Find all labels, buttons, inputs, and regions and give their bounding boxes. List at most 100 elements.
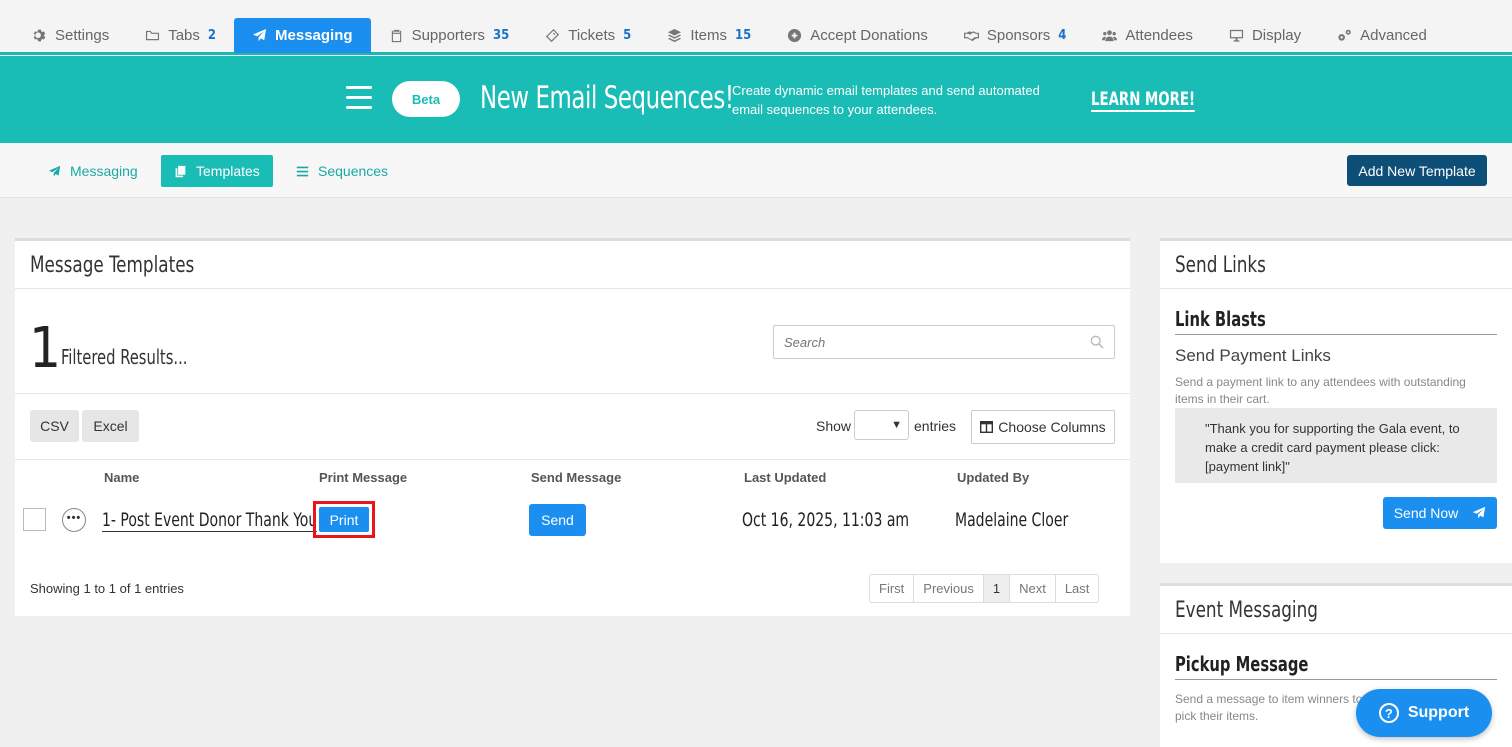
banner-title: New Email Sequences! (480, 80, 734, 116)
banner-description: Create dynamic email templates and send … (732, 83, 1040, 117)
tab-count: 15 (735, 28, 752, 43)
subnav-label: Messaging (70, 163, 138, 179)
send-payment-links-heading: Send Payment Links (1175, 346, 1331, 365)
tab-label: Items (690, 27, 727, 44)
updated-by-cell: Madelaine Cloer (955, 509, 1069, 531)
handshake-icon (963, 31, 979, 42)
learn-more-link[interactable]: LEARN MORE! (1091, 88, 1196, 112)
print-highlight: Print (313, 501, 375, 538)
menu-icon[interactable] (346, 86, 372, 116)
csv-export-button[interactable]: CSV (30, 410, 79, 442)
pager-last[interactable]: Last (1056, 575, 1099, 602)
pager-current[interactable]: 1 (983, 575, 1011, 602)
send-payment-links-description: Send a payment link to any attendees wit… (1175, 375, 1466, 406)
clipboard-icon (391, 29, 401, 43)
column-header-name[interactable]: Name (104, 470, 139, 485)
entries-select[interactable]: ▼ (854, 410, 909, 440)
pickup-message-description: Send a message to item winners to pick t… (1175, 692, 1363, 723)
support-label: Support (1407, 704, 1470, 721)
tab-sponsors[interactable]: Sponsors 4 (946, 18, 1085, 53)
subnav-templates[interactable]: Templates (161, 155, 273, 187)
promo-banner: Beta New Email Sequences! Create dynamic… (0, 56, 1512, 143)
tab-count: 2 (207, 28, 217, 43)
paper-plane-icon (1473, 506, 1486, 519)
beta-badge: Beta (392, 81, 460, 117)
tab-accept-donations[interactable]: Accept Donations (769, 18, 946, 53)
column-header-last-updated[interactable]: Last Updated (744, 470, 826, 485)
pickup-message-heading: Pickup Message (1175, 652, 1309, 676)
tab-settings[interactable]: Settings (14, 18, 127, 53)
divider (15, 393, 1130, 394)
payment-message-preview: "Thank you for supporting the Gala event… (1175, 408, 1497, 483)
tab-label: Tabs (168, 27, 200, 44)
tab-count: 35 (492, 28, 510, 43)
divider (1175, 679, 1497, 680)
tab-display[interactable]: Display (1211, 18, 1319, 53)
column-header-print[interactable]: Print Message (319, 470, 407, 485)
choose-columns-button[interactable]: Choose Columns (971, 410, 1115, 444)
add-new-template-button[interactable]: Add New Template (1347, 155, 1487, 186)
subnav-sequences[interactable]: Sequences (283, 155, 401, 187)
monitor-icon (1229, 29, 1243, 42)
tab-tabs[interactable]: Tabs 2 (127, 18, 234, 53)
search-input[interactable] (773, 325, 1115, 359)
show-label: Show (816, 418, 852, 434)
result-label: Filtered Results... (61, 345, 188, 369)
messaging-subnav: Messaging Templates Sequences Add New Te… (0, 143, 1512, 198)
chevron-down-icon: ▼ (891, 419, 902, 431)
tab-label: Tickets (568, 27, 616, 44)
pager-next[interactable]: Next (1010, 575, 1056, 602)
send-now-label: Send Now (1393, 505, 1459, 521)
row-checkbox[interactable] (23, 508, 46, 531)
tab-list: Settings Tabs 2 Messaging Supporters 35 … (14, 18, 1445, 55)
pager-previous[interactable]: Previous (914, 575, 984, 602)
subnav-label: Templates (196, 163, 260, 179)
paper-plane-icon (252, 28, 267, 42)
send-button[interactable]: Send (529, 504, 586, 536)
excel-export-button[interactable]: Excel (82, 410, 139, 442)
columns-icon (980, 421, 994, 433)
ticket-icon (546, 28, 560, 43)
template-name-link[interactable]: 1- Post Event Donor Thank You (102, 509, 318, 532)
subnav-label: Sequences (318, 163, 389, 179)
gear-icon (33, 29, 46, 42)
tab-attendees[interactable]: Attendees (1084, 18, 1211, 53)
tab-label: Attendees (1125, 27, 1193, 44)
row-actions-icon[interactable]: ••• (62, 508, 86, 532)
top-tab-bar: Settings Tabs 2 Messaging Supporters 35 … (0, 0, 1512, 55)
send-now-button[interactable]: Send Now (1383, 497, 1497, 529)
support-button[interactable]: ? Support (1356, 689, 1492, 737)
choose-columns-label: Choose Columns (998, 419, 1106, 435)
users-icon (1102, 30, 1118, 42)
send-links-title: Send Links (1160, 241, 1512, 289)
column-header-updated-by[interactable]: Updated By (957, 470, 1029, 485)
layers-icon (668, 28, 682, 43)
message-templates-panel: Message Templates 1 Filtered Results... … (15, 238, 1130, 616)
event-messaging-title: Event Messaging (1160, 586, 1512, 634)
gears-icon (1338, 29, 1351, 41)
paper-plane-icon (48, 165, 61, 176)
tab-label: Advanced (1360, 27, 1427, 44)
tab-count: 4 (1058, 28, 1067, 43)
tab-advanced[interactable]: Advanced (1319, 18, 1445, 53)
tab-supporters[interactable]: Supporters 35 (371, 18, 528, 53)
tab-tickets[interactable]: Tickets 5 (527, 18, 649, 53)
tab-label: Supporters (411, 27, 485, 44)
tab-items[interactable]: Items 15 (649, 18, 769, 53)
divider (15, 459, 1130, 460)
column-header-send[interactable]: Send Message (531, 470, 621, 485)
tab-label: Messaging (275, 27, 353, 44)
last-updated-cell: Oct 16, 2025, 11:03 am (742, 509, 910, 531)
divider (1175, 334, 1497, 335)
subnav-messaging[interactable]: Messaging (35, 155, 151, 187)
showing-info: Showing 1 to 1 of 1 entries (30, 581, 184, 596)
copy-icon (175, 165, 186, 177)
result-count: 1 (29, 316, 62, 381)
tab-label: Sponsors (986, 27, 1051, 44)
tab-label: Accept Donations (810, 27, 928, 44)
pager-first[interactable]: First (870, 575, 915, 602)
print-button[interactable]: Print (319, 507, 369, 532)
tab-label: Display (1251, 27, 1302, 44)
send-links-panel: Send Links Link Blasts Send Payment Link… (1160, 238, 1512, 563)
tab-messaging[interactable]: Messaging (234, 18, 371, 53)
